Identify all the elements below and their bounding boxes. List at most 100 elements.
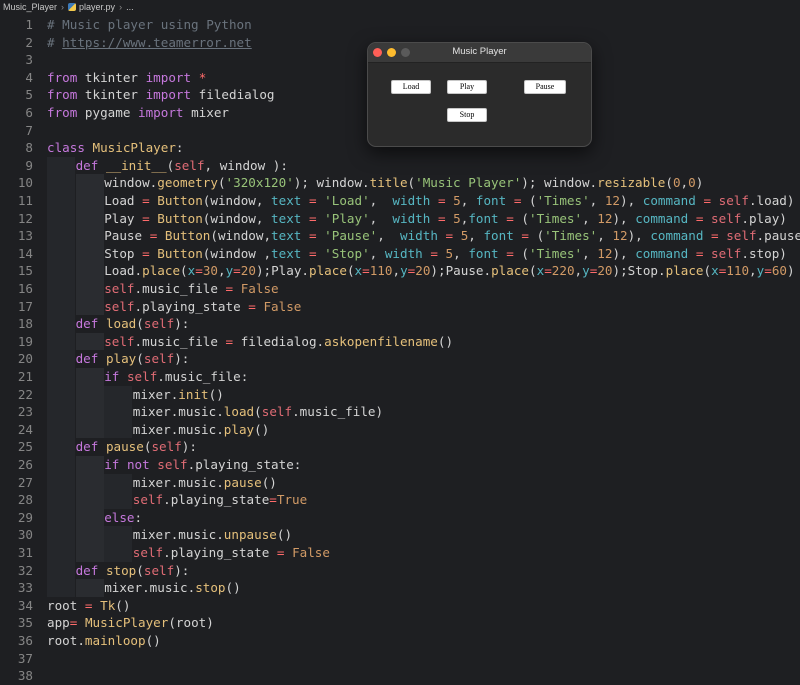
- code-token: (: [703, 263, 712, 279]
- code-text: window.geometry('320x120'); window.title…: [104, 174, 703, 192]
- code-token: (): [115, 597, 131, 613]
- code-token: ); window.: [293, 175, 370, 191]
- code-token: .playing_state: [134, 298, 249, 314]
- play-button[interactable]: Play: [447, 80, 487, 94]
- code-line[interactable]: 21 if self.music_file:: [0, 368, 800, 386]
- breadcrumb: Music_Player › player.py › ...: [0, 0, 800, 14]
- pause-button[interactable]: Pause: [524, 80, 566, 94]
- indent-guide: [47, 280, 75, 298]
- indent-guide: [47, 297, 75, 316]
- code-text: mixer.music.unpause(): [133, 526, 292, 544]
- indent-guide: [47, 473, 75, 492]
- code-line[interactable]: 31 self.playing_state = False: [0, 544, 800, 562]
- code-line[interactable]: 20 def play(self):: [0, 350, 800, 368]
- indent-guide: [104, 385, 133, 404]
- code-token: text: [271, 210, 302, 226]
- code-line[interactable]: 9 def __init__(self, window ):: [0, 156, 800, 175]
- code-token: =: [84, 597, 93, 613]
- code-token: =: [248, 298, 256, 314]
- code-line[interactable]: 24 mixer.music.play(): [0, 420, 800, 439]
- indent-guide: [75, 209, 104, 228]
- code-line[interactable]: 25 def pause(self):: [0, 438, 800, 456]
- line-number: 1: [25, 17, 33, 32]
- indent-guide: [75, 368, 104, 386]
- code-line[interactable]: 14 Stop = Button(window ,text = 'Stop', w…: [0, 244, 800, 263]
- code-token: =: [362, 263, 370, 279]
- indent-guide: [47, 561, 75, 580]
- code-text: else:: [104, 509, 142, 527]
- code-line[interactable]: 29 else:: [0, 508, 800, 527]
- code-token: self: [726, 228, 757, 244]
- python-file-icon: [68, 3, 77, 11]
- code-token: ,: [749, 263, 757, 279]
- code-line[interactable]: 11 Load = Button(window, text = 'Load', w…: [0, 192, 800, 210]
- code-token: from: [47, 69, 78, 85]
- code-line[interactable]: 36 root.mainloop(): [0, 632, 800, 650]
- indent-guide: [104, 526, 133, 544]
- code-line[interactable]: 17 self.playing_state = False: [0, 297, 800, 316]
- breadcrumb-folder[interactable]: Music_Player: [3, 2, 57, 12]
- code-token: .playing_state: [163, 492, 270, 508]
- code-token: .load): [748, 193, 795, 208]
- code-line[interactable]: 1 # Music player using Python: [0, 16, 800, 34]
- code-line[interactable]: 22 mixer.init(): [0, 385, 800, 404]
- code-text: from tkinter import filedialog: [47, 86, 275, 104]
- code-line[interactable]: 10 window.geometry('320x120'); window.tit…: [0, 174, 800, 192]
- breadcrumb-file[interactable]: player.py: [79, 2, 115, 12]
- code-line[interactable]: 30 mixer.music.unpause(): [0, 526, 800, 544]
- code-line[interactable]: 16 self.music_file = False: [0, 280, 800, 298]
- code-text: mixer.music.pause(): [133, 474, 277, 492]
- line-number: 3: [25, 52, 33, 68]
- code-line[interactable]: 15 Load.place(x=30,y=20);Play.place(x=110…: [0, 262, 800, 280]
- code-token: (): [254, 421, 270, 437]
- code-line[interactable]: 18 def load(self):: [0, 315, 800, 333]
- code-token: app: [47, 615, 70, 631]
- load-button[interactable]: Load: [391, 80, 431, 94]
- code-token: ,: [597, 228, 613, 244]
- code-line[interactable]: 13 Pause = Button(window,text = 'Pause', …: [0, 227, 800, 245]
- code-line[interactable]: 12 Play = Button(window, text = 'Play', w…: [0, 209, 800, 228]
- code-token: 0: [688, 175, 696, 191]
- code-line[interactable]: 27 mixer.music.pause(): [0, 473, 800, 492]
- code-line[interactable]: 26 if not self.playing_state:: [0, 456, 800, 474]
- breadcrumb-symbol[interactable]: ...: [126, 2, 134, 12]
- stop-button[interactable]: Stop: [447, 108, 487, 122]
- code-token: mainloop: [84, 633, 146, 648]
- code-token: import: [145, 87, 192, 103]
- indent-guide: [47, 350, 75, 368]
- code-token: 12: [604, 193, 621, 208]
- code-line[interactable]: 38: [0, 667, 800, 685]
- indent-guide: [75, 280, 104, 298]
- code-line[interactable]: 23 mixer.music.load(self.music_file): [0, 403, 800, 421]
- code-token: def: [75, 351, 99, 367]
- indent-guide: [47, 156, 75, 175]
- music-player-window: Music Player Load Play Pause Stop: [367, 42, 592, 147]
- chevron-right-icon: ›: [61, 2, 65, 12]
- code-line[interactable]: 33 mixer.music.stop(): [0, 579, 800, 597]
- code-line[interactable]: 34 root = Tk(): [0, 597, 800, 615]
- code-line[interactable]: 37: [0, 650, 800, 668]
- indent-guide: [75, 332, 104, 351]
- code-line[interactable]: 28 self.playing_state=True: [0, 491, 800, 509]
- code-token: title: [369, 175, 408, 191]
- code-token: self: [104, 333, 135, 349]
- code-token: stop: [105, 562, 137, 578]
- code-text: self.playing_state=True: [133, 491, 307, 509]
- code-line[interactable]: 32 def stop(self):: [0, 561, 800, 580]
- code-token: MusicPlayer: [92, 140, 176, 156]
- code-token: .playing_state: [163, 545, 277, 560]
- indent-guide: [75, 420, 104, 439]
- window-titlebar[interactable]: Music Player: [368, 43, 591, 63]
- code-token: (): [225, 580, 241, 596]
- code-line[interactable]: 19 self.music_file = filedialog.askopenfi…: [0, 332, 800, 351]
- code-token: stop: [195, 580, 226, 596]
- code-token: 12: [612, 228, 628, 244]
- code-line[interactable]: 35 app= MusicPlayer(root): [0, 614, 800, 632]
